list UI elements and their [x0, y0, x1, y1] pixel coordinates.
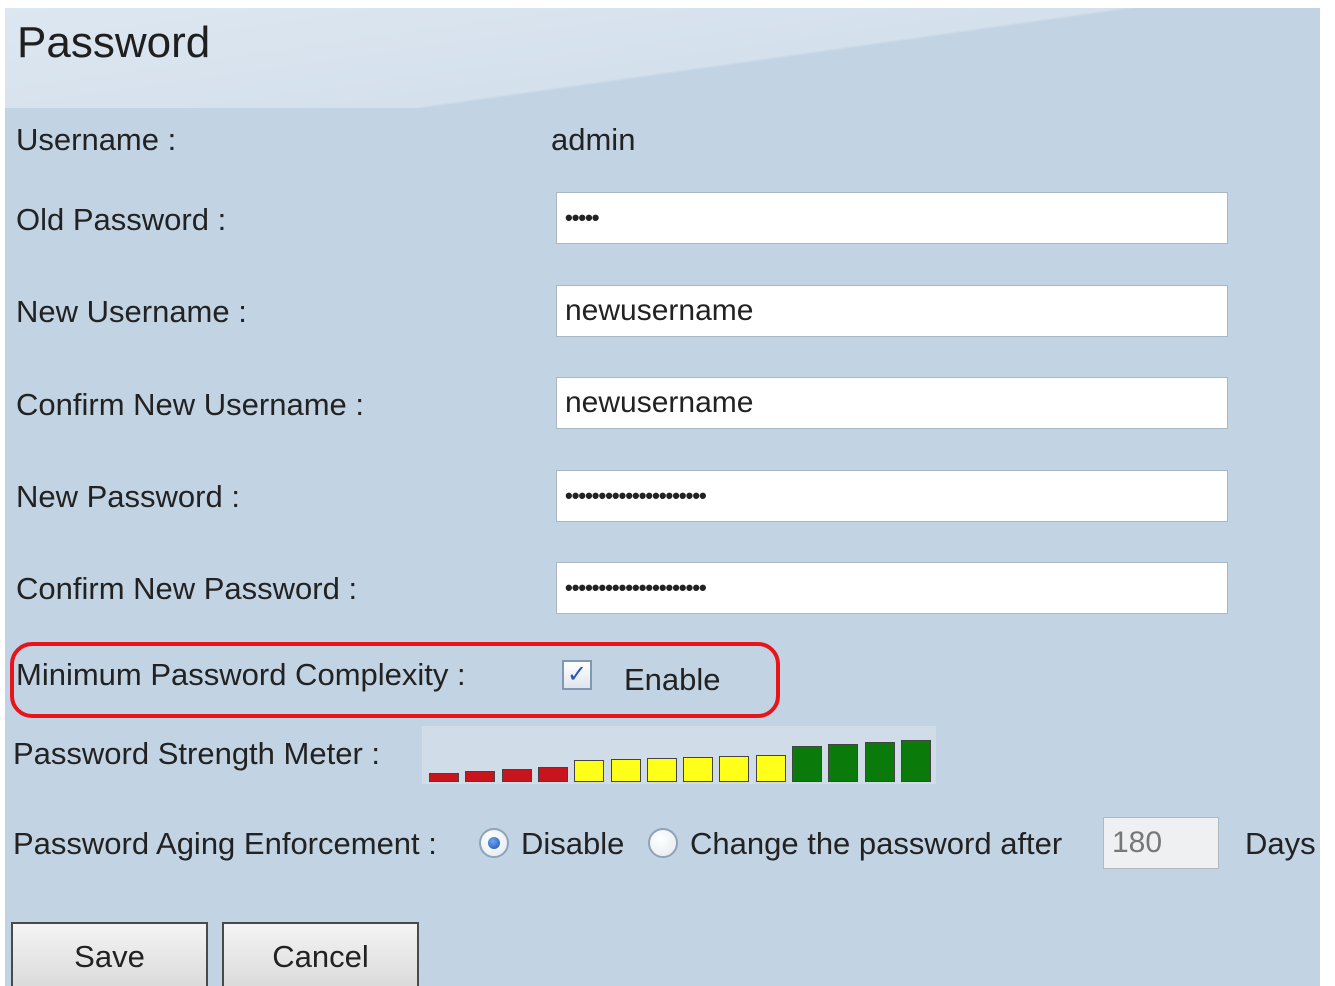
password-panel: Password Username : admin Old Password :… [5, 8, 1320, 986]
username-label: Username : [16, 122, 177, 157]
save-button[interactable]: Save [11, 922, 208, 986]
aging-label: Password Aging Enforcement : [13, 826, 437, 861]
min-complexity-label: Minimum Password Complexity : [16, 657, 466, 692]
aging-days-unit: Days [1245, 826, 1316, 861]
strength-meter-segment [501, 769, 532, 782]
aging-change-label[interactable]: Change the password after [690, 826, 1062, 862]
strength-meter-segment [828, 744, 859, 782]
new-password-label: New Password : [16, 479, 240, 514]
aging-change-radio[interactable] [648, 828, 678, 858]
page-title: Password [17, 18, 211, 67]
checkmark-icon: ✓ [566, 661, 588, 688]
strength-meter [422, 726, 936, 784]
confirm-new-username-field[interactable]: newusername [556, 377, 1228, 429]
aging-disable-label[interactable]: Disable [521, 826, 624, 862]
strength-meter-segment [574, 760, 605, 782]
strength-meter-segment [429, 773, 459, 782]
new-username-label: New Username : [16, 294, 247, 329]
strength-meter-segment [900, 740, 931, 782]
strength-meter-segment [755, 755, 786, 782]
strength-meter-segment [719, 756, 750, 782]
strength-meter-segment [792, 746, 822, 782]
strength-meter-segment [465, 771, 496, 782]
strength-meter-segment [610, 759, 641, 782]
confirm-new-username-label: Confirm New Username : [16, 387, 364, 422]
old-password-field[interactable]: ••••• [556, 192, 1228, 244]
radio-selected-dot [488, 837, 500, 849]
aging-disable-radio[interactable] [479, 828, 509, 858]
cancel-button[interactable]: Cancel [222, 922, 419, 986]
min-complexity-checkbox[interactable]: ✓ [562, 660, 592, 690]
strength-meter-label: Password Strength Meter : [13, 736, 380, 771]
old-password-label: Old Password : [16, 202, 227, 237]
new-password-field[interactable]: ••••••••••••••••••••• [556, 470, 1228, 522]
strength-meter-segment [683, 757, 714, 782]
min-complexity-enable-label[interactable]: Enable [624, 662, 721, 698]
strength-meter-segment [537, 767, 568, 782]
username-value: admin [551, 122, 636, 157]
confirm-new-password-label: Confirm New Password : [16, 571, 358, 606]
strength-meter-segment [646, 758, 677, 782]
confirm-new-password-field[interactable]: ••••••••••••••••••••• [556, 562, 1228, 614]
new-username-field[interactable]: newusername [556, 285, 1228, 337]
aging-days-field[interactable]: 180 [1103, 817, 1219, 869]
strength-meter-segment [864, 742, 895, 782]
